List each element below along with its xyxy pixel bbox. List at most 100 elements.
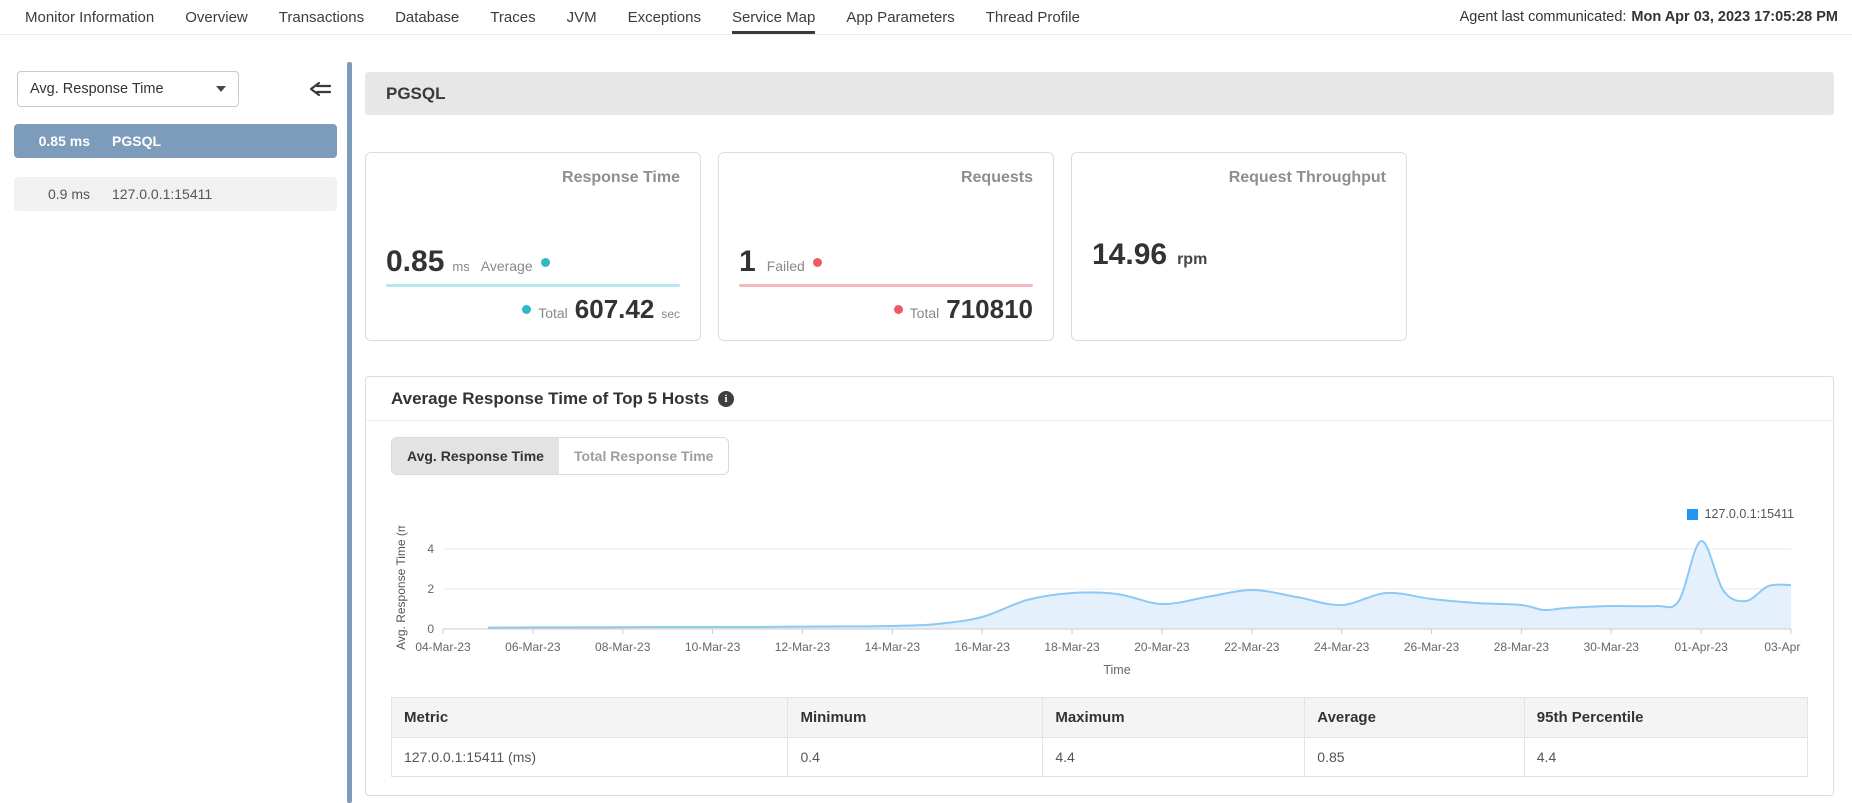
card-divider-line — [386, 284, 680, 287]
x-axis-title: Time — [1103, 663, 1130, 677]
tab-avg-response-time[interactable]: Avg. Response Time — [392, 438, 559, 474]
x-tick-label: 24-Mar-23 — [1314, 640, 1370, 654]
card-value: 14.96 — [1092, 238, 1168, 271]
info-icon[interactable]: i — [718, 391, 735, 407]
chevron-down-icon — [216, 86, 226, 92]
sidebar: Avg. Response Time 0.85 ms PGSQL 0.9 ms 127… — [0, 35, 347, 803]
series-area — [487, 540, 1791, 629]
card-value-unit: ms — [452, 259, 470, 274]
chart-panel-title: Average Response Time of Top 5 Hosts — [391, 389, 710, 408]
x-tick-label: 03-Apr-23 — [1764, 640, 1801, 654]
table-cell: 0.85 — [1304, 737, 1525, 777]
table-header-metric: Metric — [390, 697, 789, 738]
table-header-maximum: Maximum — [1042, 697, 1306, 738]
card-value-row: 14.96 rpm — [1092, 240, 1386, 270]
nav-item-transactions[interactable]: Transactions — [279, 0, 364, 34]
x-tick-label: 12-Mar-23 — [775, 640, 831, 654]
card-total-value: 607.42 — [574, 294, 655, 324]
content-area: Avg. Response Time 0.85 ms PGSQL 0.9 ms 127… — [0, 35, 1852, 803]
table-cell: 4.4 — [1042, 737, 1306, 777]
x-tick-label: 01-Apr-23 — [1674, 640, 1728, 654]
card-title: Response Time — [562, 169, 680, 186]
table-header-minimum: Minimum — [787, 697, 1044, 738]
nav-item-database[interactable]: Database — [395, 0, 459, 34]
card-divider-line — [739, 284, 1033, 287]
sidebar-item-pgsql[interactable]: 0.85 ms PGSQL — [14, 124, 337, 158]
card-value-row: 1 Failed — [739, 247, 1033, 277]
metric-dropdown[interactable]: Avg. Response Time — [17, 71, 239, 107]
x-tick-label: 04-Mar-23 — [415, 640, 471, 654]
sidebar-item-127-0-0-1-15411[interactable]: 0.9 ms 127.0.0.1:15411 — [14, 177, 337, 211]
card-title: Request Throughput — [1228, 169, 1386, 186]
x-tick-label: 20-Mar-23 — [1134, 640, 1190, 654]
status-dot — [812, 257, 822, 267]
x-tick-label: 10-Mar-23 — [685, 640, 741, 654]
app-root: Monitor Information Overview Transactions D… — [0, 0, 1852, 803]
x-tick-label: 30-Mar-23 — [1584, 640, 1640, 654]
card-value-label: Average — [480, 258, 533, 274]
status-dot — [522, 304, 532, 314]
page-title: PGSQL — [365, 72, 1834, 115]
legend-item: 127.0.0.1:15411 — [1686, 507, 1794, 521]
card-response-time: Response Time 0.85 ms Average Total 607.42 sec — [365, 152, 701, 341]
chart-panel-body: Avg. Response Time Total Response Time 12… — [366, 421, 1833, 795]
host-item-value: 0.85 ms — [38, 133, 90, 149]
host-item-name: 127.0.0.1:15411 — [112, 186, 213, 202]
x-tick-label: 06-Mar-23 — [505, 640, 561, 654]
nav-item-monitor-information[interactable]: Monitor Information — [25, 0, 154, 34]
card-request-throughput: Request Throughput 14.96 rpm — [1071, 152, 1407, 341]
card-value: 0.85 — [386, 245, 445, 278]
card-title: Requests — [960, 169, 1033, 186]
x-tick-label: 26-Mar-23 — [1404, 640, 1460, 654]
collapse-sidebar-button[interactable] — [307, 79, 333, 99]
x-tick-label: 28-Mar-23 — [1494, 640, 1550, 654]
chart-panel: Average Response Time of Top 5 Hosts i A… — [365, 376, 1834, 796]
collapse-left-icon — [309, 81, 332, 97]
agent-last-communicated: Agent last communicated: Mon Apr 03, 202… — [1460, 0, 1852, 34]
top-nav: Monitor Information Overview Transactions D… — [0, 0, 1852, 35]
card-total-row: Total 607.42 sec — [386, 296, 680, 322]
card-value-row: 0.85 ms Average — [386, 247, 680, 277]
nav-item-app-parameters[interactable]: App Parameters — [846, 0, 954, 34]
tab-total-response-time[interactable]: Total Response Time — [558, 438, 729, 474]
card-spacer — [1092, 270, 1386, 322]
status-dot — [893, 304, 903, 314]
chart-panel-header: Average Response Time of Top 5 Hosts i — [366, 377, 1833, 421]
y-tick-label: 4 — [427, 542, 434, 556]
metric-dropdown-value: Avg. Response Time — [30, 81, 164, 97]
nav-item-exceptions[interactable]: Exceptions — [628, 0, 701, 34]
y-tick-label: 2 — [427, 582, 434, 596]
agent-label: Agent last communicated: — [1459, 9, 1627, 25]
main-panel: PGSQL Response Time 0.85 ms Average Total 607… — [352, 35, 1852, 803]
x-tick-label: 08-Mar-23 — [595, 640, 651, 654]
nav-item-service-map[interactable]: Service Map — [731, 0, 816, 34]
legend-label: 127.0.0.1:15411 — [1704, 507, 1794, 521]
y-axis-title: Avg. Response Time (ms) — [394, 525, 408, 650]
status-dot — [540, 257, 550, 267]
card-total-row: Total 710810 — [739, 296, 1033, 322]
x-tick-label: 16-Mar-23 — [955, 640, 1011, 654]
response-time-chart: 0 2 4 04-Mar-23 06-Mar-23 08-Mar-23 10-Mar-23 1… — [394, 525, 1801, 677]
card-total-value: 710810 — [946, 294, 1033, 324]
card-requests: Requests 1 Failed Total 710810 — [718, 152, 1054, 341]
chart-legend: 127.0.0.1:15411 — [391, 507, 1794, 521]
table-row: 127.0.0.1:15411 (ms) 0.4 4.4 0.85 4.4 — [390, 737, 1809, 777]
nav-item-overview[interactable]: Overview — [185, 0, 248, 34]
host-stats-table: Metric Minimum Maximum Average 95th Percenti… — [390, 697, 1809, 777]
host-item-name: PGSQL — [112, 133, 162, 149]
nav-item-jvm[interactable]: JVM — [567, 0, 597, 34]
card-total-unit: sec — [661, 307, 680, 321]
card-total-label: Total — [909, 305, 940, 321]
card-value: 1 — [739, 245, 756, 278]
nav-item-traces[interactable]: Traces — [490, 0, 535, 34]
host-item-value: 0.9 ms — [47, 186, 90, 202]
sidebar-controls: Avg. Response Time — [0, 71, 347, 107]
x-tick-label: 22-Mar-23 — [1224, 640, 1280, 654]
y-tick-label: 0 — [427, 622, 434, 636]
legend-swatch — [1686, 508, 1698, 520]
x-tick-label: 18-Mar-23 — [1044, 640, 1100, 654]
metric-cards: Response Time 0.85 ms Average Total 607.42 sec… — [365, 152, 1834, 341]
nav-item-thread-profile[interactable]: Thread Profile — [986, 0, 1080, 34]
table-cell: 0.4 — [787, 737, 1044, 777]
table-header-95th-percentile: 95th Percentile — [1523, 697, 1809, 738]
